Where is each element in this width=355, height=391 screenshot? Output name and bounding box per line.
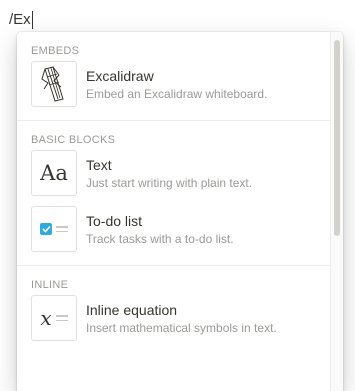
section-header: BASIC BLOCKS (31, 134, 116, 146)
math-x-glyph: x (40, 306, 52, 330)
section-header: EMBEDS (31, 45, 80, 57)
item-title: Text (86, 156, 112, 173)
item-description: Insert mathematical symbols in text. (86, 320, 277, 335)
scrollbar-track[interactable] (330, 32, 343, 391)
excalidraw-icon (31, 61, 77, 107)
section-header: INLINE (31, 279, 69, 291)
menu-item-excalidraw[interactable]: Excalidraw Embed an Excalidraw whiteboar… (17, 56, 331, 112)
item-description: Just start writing with plain text. (86, 175, 253, 190)
checkbox-checked-icon (40, 223, 52, 235)
slash-command-menu: EMBEDS Excalidraw Embed an Excalidraw wh… (17, 32, 343, 391)
item-title: Inline equation (86, 301, 178, 318)
item-text: Inline equation Insert mathematical symb… (86, 301, 277, 336)
item-text: Excalidraw Embed an Excalidraw whiteboar… (86, 67, 267, 102)
text-lines-icon (55, 315, 68, 321)
equation-icon: x (31, 295, 77, 341)
item-description: Track tasks with a to-do list. (86, 231, 234, 246)
text-lines-icon (56, 226, 68, 232)
typed-command-text: /Ex (9, 11, 31, 28)
section-basic-blocks: BASIC BLOCKS Aa Text Just start writing … (17, 121, 331, 266)
menu-scroll-area[interactable]: EMBEDS Excalidraw Embed an Excalidraw wh… (17, 32, 331, 391)
section-inline: INLINE x Inline equation Insert mathemat… (17, 266, 331, 354)
menu-item-inline-equation[interactable]: x Inline equation Insert mathematical sy… (17, 290, 331, 346)
editor-line[interactable]: /Ex (9, 10, 33, 30)
item-text: Text Just start writing with plain text. (86, 156, 252, 191)
item-title: To-do list (86, 212, 143, 229)
item-description: Embed an Excalidraw whiteboard. (86, 86, 268, 101)
item-text: To-do list Track tasks with a to-do list… (86, 212, 234, 247)
scrollbar-thumb[interactable] (334, 40, 340, 236)
text-aa-glyph: Aa (40, 161, 68, 185)
text-caret (31, 11, 33, 29)
item-title: Excalidraw (86, 67, 154, 84)
todo-checkbox-icon (31, 206, 77, 252)
menu-item-text[interactable]: Aa Text Just start writing with plain te… (17, 145, 331, 201)
section-embeds: EMBEDS Excalidraw Embed an Excalidraw wh… (17, 32, 331, 121)
menu-item-todo-list[interactable]: To-do list Track tasks with a to-do list… (17, 201, 331, 257)
text-aa-icon: Aa (31, 150, 77, 196)
